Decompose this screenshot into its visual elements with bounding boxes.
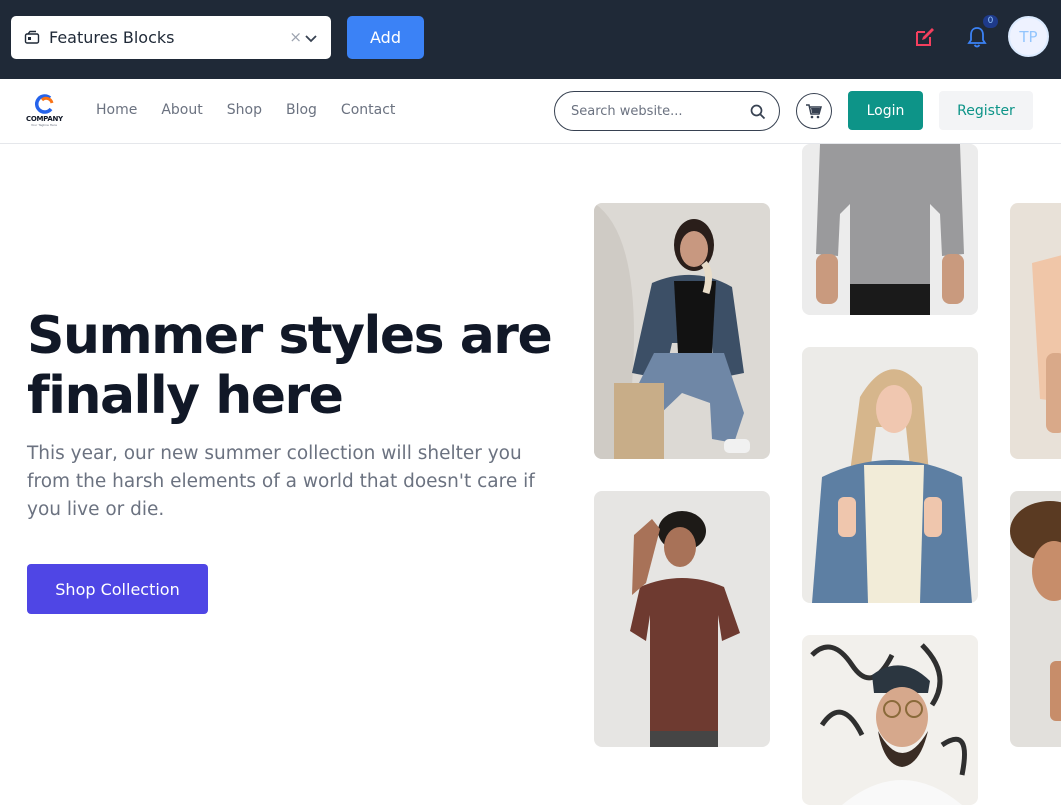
search-input[interactable] [571,103,741,119]
site-header: COMPANY Your Tagline Here Home About Sho… [0,79,1061,144]
model-peach-tee-image [1010,203,1061,459]
add-block-button[interactable]: Add [347,16,424,59]
nav-contact[interactable]: Contact [341,102,395,118]
model-curly-hair-image [1010,491,1061,747]
edit-icon[interactable] [913,25,937,49]
nav-blog[interactable]: Blog [286,102,317,118]
main-nav: Home About Shop Blog Contact [96,102,419,118]
editor-toolbar: Features Blocks × Add 0 TP [0,0,1061,79]
model-denim-jacket-cream-top-image [802,347,978,603]
block-type-select[interactable]: Features Blocks × [11,16,331,59]
logo-tagline: Your Tagline Here [31,123,57,127]
cart-icon [806,104,822,119]
nav-shop[interactable]: Shop [227,102,262,118]
nav-about[interactable]: About [161,102,202,118]
model-brown-tee-image [594,491,770,747]
search-icon[interactable] [750,104,766,120]
bell-icon[interactable] [965,24,989,50]
cart-button[interactable] [796,93,832,129]
logo-name: COMPANY [26,115,63,123]
model-gray-tee-image [802,144,978,315]
hero-title: Summer styles are finally here [27,306,553,426]
hero-subtitle: This year, our new summer collection wil… [27,443,535,520]
register-button[interactable]: Register [939,91,1033,130]
notification-count-badge: 0 [983,15,998,28]
company-logo[interactable]: COMPANY Your Tagline Here [25,92,67,130]
nav-home[interactable]: Home [96,102,137,118]
block-select-value: Features Blocks [49,28,175,47]
model-beanie-glasses-image [802,635,978,805]
blocks-icon [24,30,40,46]
search-box [554,91,780,131]
clear-icon[interactable]: × [289,28,302,46]
login-button[interactable]: Login [848,91,923,130]
logo-mark-icon [35,94,54,114]
chevron-down-icon[interactable] [303,30,319,46]
user-avatar[interactable]: TP [1008,16,1049,57]
model-denim-jacket-black-top-image [594,203,770,459]
shop-collection-button[interactable]: Shop Collection [27,564,208,614]
